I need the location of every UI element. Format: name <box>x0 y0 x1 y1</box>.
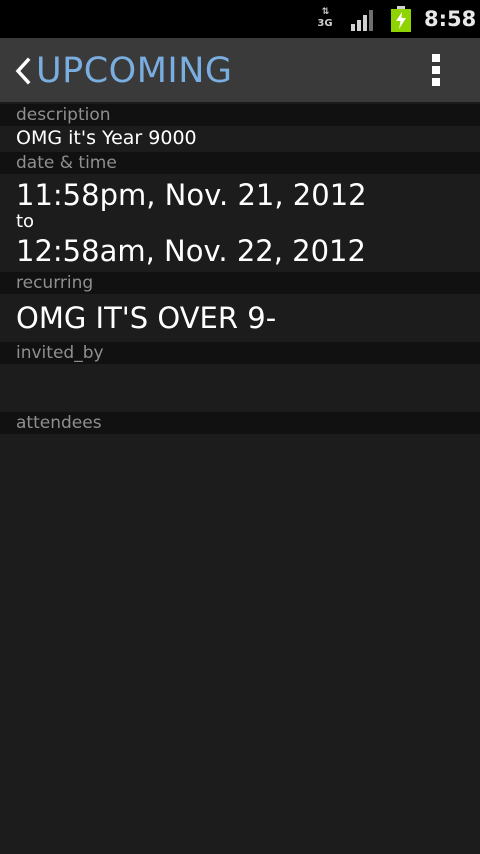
date-time-header: date & time <box>0 152 480 174</box>
date-separator: to <box>16 211 35 232</box>
recurring-header: recurring <box>0 272 480 294</box>
end-datetime: 12:58am, Nov. 22, 2012 <box>16 234 366 268</box>
start-datetime: 11:58pm, Nov. 21, 2012 <box>16 178 367 212</box>
invited-by-label: invited_by <box>16 343 104 363</box>
invited-by-row <box>0 364 480 410</box>
data-arrows-icon: ⇅ <box>321 7 330 17</box>
battery-charging-icon <box>391 6 411 32</box>
description-header: description <box>0 104 480 126</box>
recurring-label: recurring <box>16 273 94 293</box>
status-clock: 8:58 <box>424 7 477 31</box>
date-time-row: 11:58pm, Nov. 21, 2012 to 12:58am, Nov. … <box>0 174 480 270</box>
attendees-label: attendees <box>16 413 102 433</box>
date-time-label: date & time <box>16 153 117 173</box>
attendees-header: attendees <box>0 412 480 434</box>
description-value: OMG it's Year 9000 <box>16 127 197 149</box>
overflow-menu-icon[interactable] <box>418 50 456 90</box>
description-label: description <box>16 105 111 125</box>
status-bar: ⇅ 3G 8:58 <box>0 0 480 38</box>
page-title[interactable]: UPCOMING <box>36 49 233 93</box>
recurring-value: OMG IT'S OVER 9- <box>16 301 277 335</box>
description-row: OMG it's Year 9000 <box>0 126 480 150</box>
network-type-label: 3G <box>317 18 333 29</box>
network-3g-icon: ⇅ 3G <box>316 7 334 31</box>
chevron-left-icon[interactable] <box>14 54 34 88</box>
recurring-row: OMG IT'S OVER 9- <box>0 294 480 340</box>
invited-by-header: invited_by <box>0 342 480 364</box>
signal-bars-icon <box>351 10 373 31</box>
